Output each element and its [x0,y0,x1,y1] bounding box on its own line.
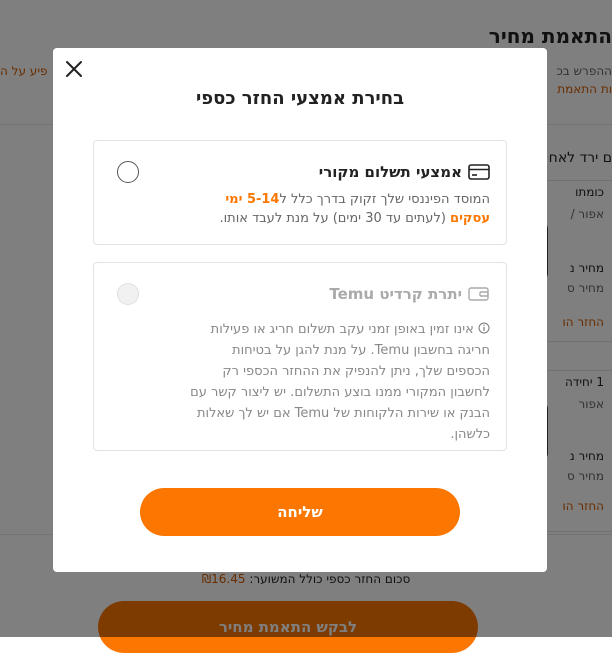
option-temu-credit: יתרת קרדיט Temu אינו זמין באופן זמני עקב… [93,262,507,451]
desc-prefix: המוסד הפיננסי שלך זקוק בדרך כלל ל [279,192,490,207]
desc-suffix: (לעתים עד 30 ימים) על מנת לעבד אותו. [219,211,451,226]
option-label: אמצעי תשלום מקורי [318,163,462,181]
refund-method-dialog: בחירת אמצעי החזר כספי אמצעי תשלום מקורי … [53,48,547,572]
credit-card-icon [468,164,490,180]
option-label: יתרת קרדיט Temu [329,285,462,303]
info-icon [478,320,490,334]
wallet-icon [468,286,490,302]
option-description: אינו זמין באופן זמני עקב תשלום חריג או פ… [190,319,490,445]
submit-button[interactable]: שליחה [140,488,460,536]
option-description: המוסד הפיננסי שלך זקוק בדרך כלל ל5-14 ימ… [190,190,490,228]
option-header: אמצעי תשלום מקורי [319,163,490,181]
radio-original-payment[interactable] [117,161,139,183]
dialog-title: בחירת אמצעי החזר כספי [195,88,405,109]
unavailable-text: אינו זמין באופן זמני עקב תשלום חריג או פ… [190,322,490,442]
option-header: יתרת קרדיט Temu [329,285,490,303]
close-icon[interactable] [63,58,85,80]
option-original-payment[interactable]: אמצעי תשלום מקורי המוסד הפיננסי שלך זקוק… [93,140,507,245]
radio-temu-credit [117,283,139,305]
